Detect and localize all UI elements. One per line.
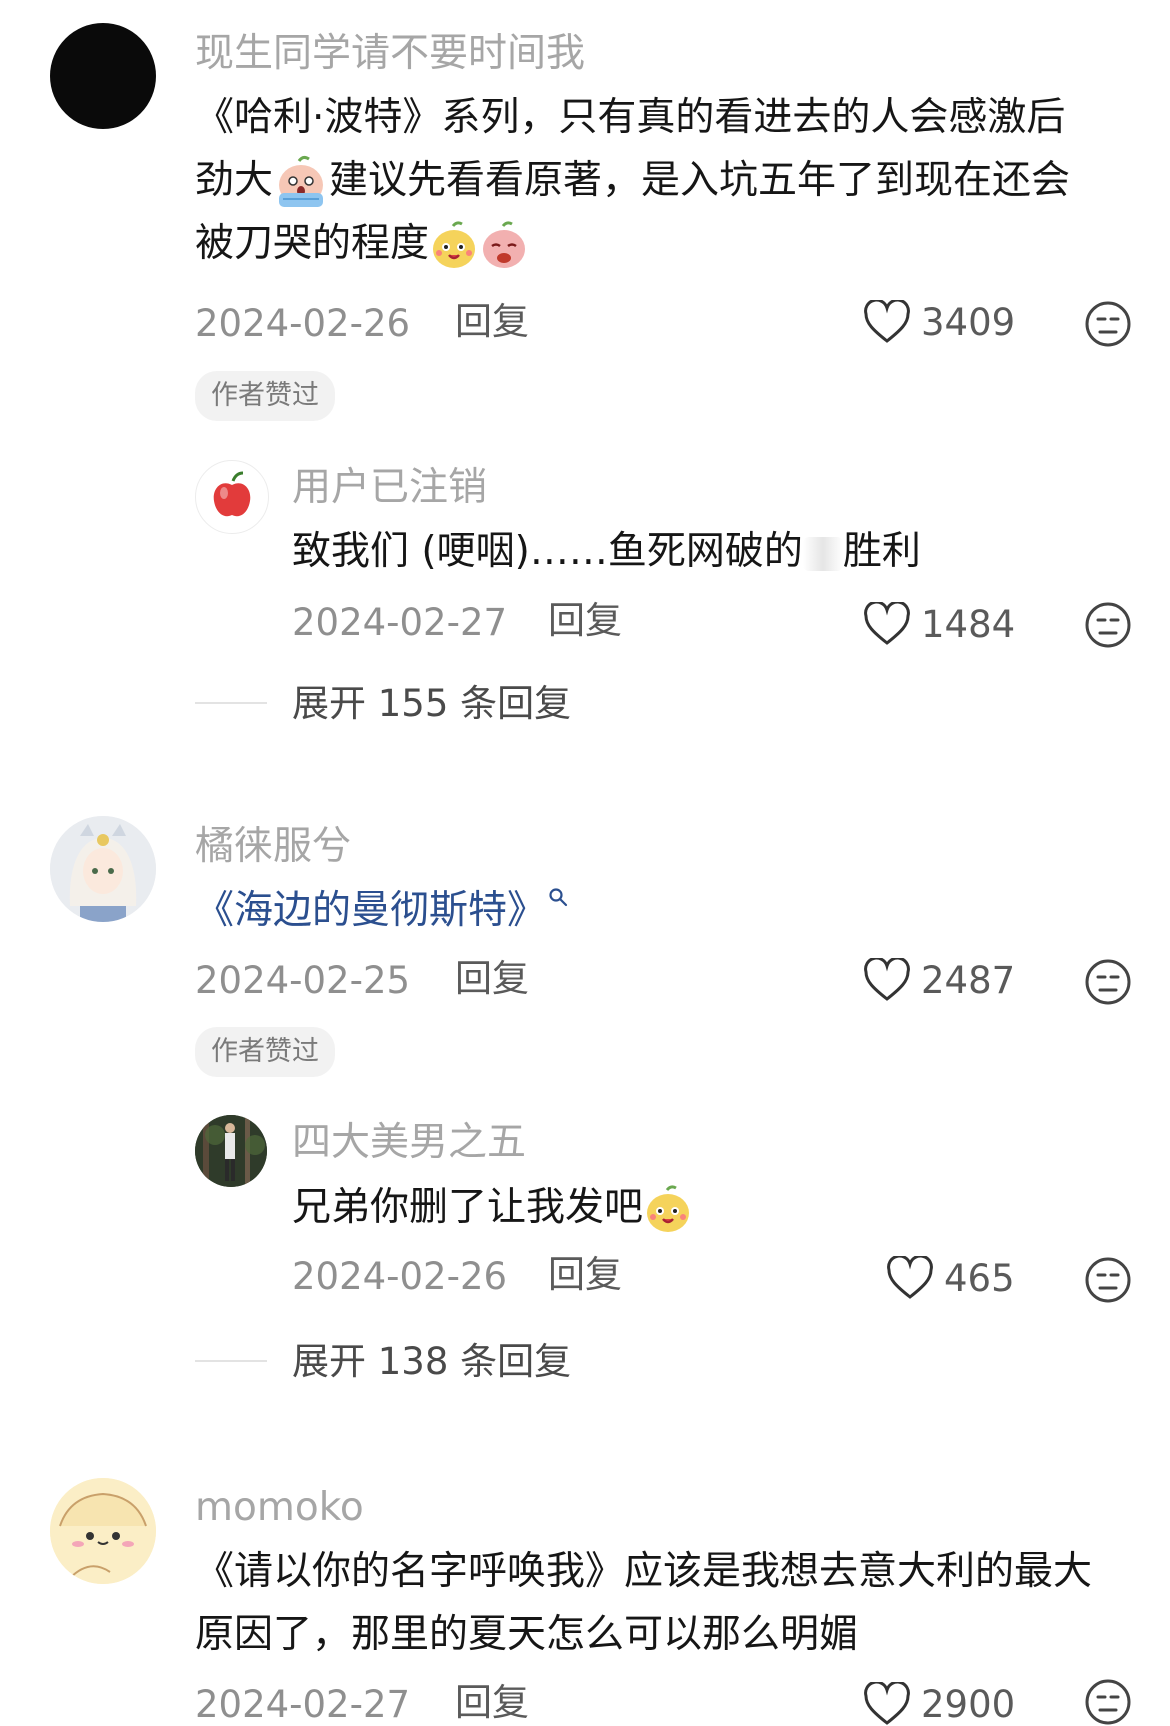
comment-text-line: 被刀哭的程度 [195,212,1070,275]
pleading-face-emoji-icon [483,220,526,268]
cartoon-face-avatar-icon [50,1478,156,1584]
comment-text-line: 《哈利·波特》系列，只有真的看进去的人会感激后 [195,95,1066,140]
expand-replies-button[interactable]: 展开 138 条回复 [292,1343,571,1380]
author-liked-badge: 作者赞过 [195,371,335,421]
reply-button[interactable]: 回复 [548,602,622,639]
crying-emoji-icon [279,155,324,207]
comment-text-segment: 建议先看看原著，是入坑五年了到现在还会 [329,158,1071,203]
reply-button[interactable]: 回复 [455,303,529,340]
comment-username[interactable]: 现生同学请不要时间我 [195,34,585,73]
expand-replies-button[interactable]: 展开 155 条回复 [292,685,571,722]
expand-divider [195,702,267,704]
forest-photo-avatar-icon [195,1115,267,1187]
search-link-text[interactable]: 《海边的曼彻斯特》 [195,888,546,933]
comment-text[interactable]: 《请以你的名字呼唤我》应该是我想去意大利的最大 原因了，那里的夏天怎么可以那么明… [195,1540,1092,1666]
sub-reply-date: 2024-02-26 [292,1255,508,1298]
comment-text[interactable]: 《海边的曼彻斯特》 [195,879,570,942]
reply-button[interactable]: 回复 [455,960,529,997]
comment-text-line: 原因了，那里的夏天怎么可以那么明媚 [195,1612,859,1657]
redacted-blur [802,536,843,571]
comment-date: 2024-02-27 [195,1683,411,1726]
sub-reply-username[interactable]: 用户已注销 [292,468,487,507]
comment-username[interactable]: momoko [195,1488,364,1527]
heart-icon [887,1256,933,1299]
like-count: 2487 [921,958,1016,1002]
comment-date: 2024-02-26 [195,302,411,345]
like-count: 465 [944,1256,1015,1300]
heart-icon [864,1682,910,1725]
sub-reply-date: 2024-02-27 [292,601,508,644]
expand-divider [195,1360,267,1362]
anime-girl-avatar-icon [50,816,156,922]
comment-text-segment: 被刀哭的程度 [195,221,430,266]
apple-icon [213,471,251,517]
comment-username[interactable]: 橘徕服兮 [195,827,351,866]
dislike-face-icon[interactable] [1084,958,1132,1006]
comment-text-line: 劲大 建议先看看原著，是入坑五年了到现在还会 [195,149,1070,212]
reply-button[interactable]: 回复 [455,1684,529,1721]
sub-reply-username[interactable]: 四大美男之五 [292,1123,526,1162]
search-icon[interactable] [548,887,570,909]
reply-button[interactable]: 回复 [548,1256,622,1293]
sub-reply-text-segment: 兄弟你删了让我发吧 [292,1185,644,1230]
dislike-face-icon[interactable] [1084,601,1132,649]
dislike-face-icon[interactable] [1084,300,1132,348]
like-count: 1484 [921,602,1016,646]
like-count: 3409 [921,300,1016,344]
dislike-face-icon[interactable] [1084,1256,1132,1304]
heart-icon [864,958,910,1001]
avatar[interactable] [50,23,156,129]
avatar[interactable] [50,1478,156,1584]
avatar[interactable] [50,816,156,922]
sub-reply-text[interactable]: 兄弟你删了让我发吧 [292,1176,693,1239]
comment-text-line: 《请以你的名字呼唤我》应该是我想去意大利的最大 [195,1549,1093,1594]
smiling-face-emoji-icon [433,220,476,268]
heart-icon [864,602,910,645]
sub-reply-avatar[interactable] [195,1115,267,1187]
like-button[interactable]: 2900 [863,1682,1015,1726]
dislike-face-icon[interactable] [1084,1678,1132,1726]
sub-reply-text-segment: 致我们 (哽咽)……鱼死网破的 [292,529,803,574]
like-button[interactable]: 465 [886,1256,1015,1300]
heart-icon [864,300,910,343]
sub-reply-text-segment: 胜利 [842,529,921,574]
like-count: 2900 [921,1682,1016,1726]
sub-reply-text[interactable]: 致我们 (哽咽)……鱼死网破的 胜利 [292,520,921,583]
like-button[interactable]: 3409 [863,300,1015,344]
author-liked-badge: 作者赞过 [195,1027,335,1077]
like-button[interactable]: 2487 [863,958,1015,1002]
comment-date: 2024-02-25 [195,959,411,1002]
comment-text[interactable]: 《哈利·波特》系列，只有真的看进去的人会感激后 劲大 建议先看看原著，是入坑五年了… [195,86,1070,275]
sub-reply-avatar[interactable] [195,460,269,534]
comment-text-segment: 劲大 [195,158,274,203]
like-button[interactable]: 1484 [863,602,1015,646]
smiling-face-emoji-icon [647,1184,690,1232]
